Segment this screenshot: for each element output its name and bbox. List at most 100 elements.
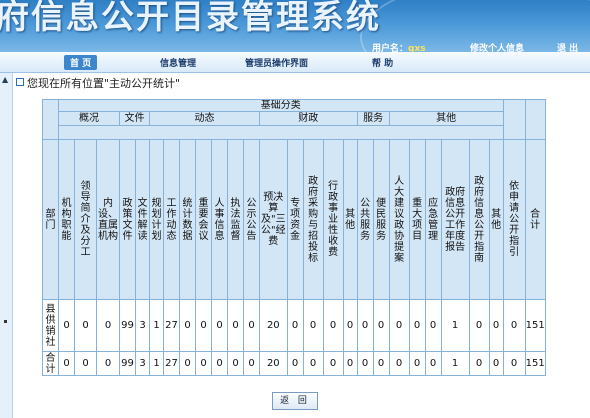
column-header-application: 依申请公开指引 xyxy=(502,139,526,300)
total-cell: 151 xyxy=(524,351,546,376)
table-cell: 99 xyxy=(119,351,136,376)
column-header: 便民服务 xyxy=(372,139,390,300)
column-header: 统计数据 xyxy=(179,139,196,300)
column-header: 公示公告 xyxy=(243,139,260,300)
table-cell: 0 xyxy=(424,299,442,352)
column-header: 规划计划 xyxy=(149,139,164,300)
table-cell: 20 xyxy=(259,351,288,376)
table-cell: 0 xyxy=(179,351,196,376)
table-cell: 20 xyxy=(259,299,288,352)
table-cell: 0 xyxy=(372,299,390,352)
table-cell: 3 xyxy=(135,299,150,352)
column-header: 专项资金 xyxy=(286,139,304,300)
main-nav: 首 页 信息管理 管理员操作界面 帮 助 xyxy=(0,52,590,73)
group-finance: 财政 xyxy=(259,111,358,126)
column-header: 公共服务 xyxy=(356,139,374,300)
dept-cell: 合计 xyxy=(42,351,59,376)
left-collapse-strip[interactable]: ▲ xyxy=(0,73,13,418)
table-cell: 0 xyxy=(302,299,324,352)
column-header: 文件解读 xyxy=(135,139,150,300)
column-header: 政府信息公开工作年度报告 xyxy=(440,139,470,300)
table-cell: 0 xyxy=(322,299,344,352)
table-cell: 0 xyxy=(243,351,260,376)
table-cell: 0 xyxy=(286,299,304,352)
group-dynamics: 动态 xyxy=(149,111,260,126)
breadcrumb-text: 您现在所有位置"主动公开统计" xyxy=(27,77,181,90)
table-cell: 1 xyxy=(149,351,164,376)
table-cell: 0 xyxy=(488,351,504,376)
group-documents: 文件 xyxy=(119,111,150,126)
group-overview: 概况 xyxy=(58,111,120,126)
logout-link[interactable]: 退 出 xyxy=(557,41,578,52)
table-cell: 0 xyxy=(408,299,426,352)
collapse-arrow-icon[interactable]: ▲ xyxy=(2,75,8,84)
group-others: 其他 xyxy=(388,111,504,126)
table-cell: 99 xyxy=(119,299,136,352)
breadcrumb: 您现在所有位置"主动公开统计" xyxy=(16,75,180,91)
column-header: 预决算及"三公"经费 xyxy=(259,139,288,300)
table-cell: 0 xyxy=(96,351,120,376)
user-label: 用户名： xyxy=(372,44,409,52)
column-header: 其他 xyxy=(488,139,504,300)
table-cell: 0 xyxy=(388,299,410,352)
user-info: 用户名：gxs xyxy=(372,41,426,52)
nav-home[interactable]: 首 页 xyxy=(64,55,98,70)
group-divider xyxy=(58,125,504,140)
nav-help[interactable]: 帮 助 xyxy=(372,56,393,69)
table-cell: 0 xyxy=(356,351,374,376)
column-header: 内设、直属机构 xyxy=(96,139,120,300)
nav-info-management[interactable]: 信息管理 xyxy=(160,56,196,69)
table-cell: 3 xyxy=(135,351,150,376)
table-cell: 1 xyxy=(440,351,470,376)
column-header: 应急管理 xyxy=(424,139,442,300)
table-cell: 0 xyxy=(243,299,260,352)
column-header: 执法监督 xyxy=(227,139,244,300)
stats-table: 基础分类 概况 文件 动态 财政 服务 其他 部门 机构职能 领导简介及分工 内设、… xyxy=(42,99,546,376)
total-cell: 151 xyxy=(524,299,546,352)
back-button[interactable]: 返 回 xyxy=(272,392,318,410)
table-cell: 0 xyxy=(58,299,75,352)
table-cell: 27 xyxy=(163,299,180,352)
column-header: 政府信息公开指南 xyxy=(468,139,490,300)
table-row: 合计 0 0 0 99 3 1 27 0 0 0 0 0 20 0 0 0 0 0 0 0 0 0 1 0 0 0 151 xyxy=(42,351,546,376)
category-header: 基础分类 xyxy=(58,99,504,112)
column-header-dept: 部门 xyxy=(42,139,59,300)
table-cell: 0 xyxy=(424,351,442,376)
nav-admin-panel[interactable]: 管理员操作界面 xyxy=(245,56,308,69)
table-cell: 0 xyxy=(468,299,490,352)
system-title: 府信息公开目录管理系统 xyxy=(0,0,381,36)
header-spacer xyxy=(42,99,59,140)
table-row: 县供销社 0 0 0 99 3 1 27 0 0 0 0 0 20 0 0 0 0 0 0 0 0 0 1 0 0 0 151 xyxy=(42,299,546,352)
table-cell: 0 xyxy=(58,351,75,376)
column-header: 政策文件 xyxy=(119,139,136,300)
table-cell: 0 xyxy=(227,351,244,376)
table-cell: 0 xyxy=(227,299,244,352)
table-cell: 0 xyxy=(74,351,97,376)
column-header: 机构职能 xyxy=(58,139,75,300)
column-header: 人事信息 xyxy=(211,139,228,300)
edit-profile-link[interactable]: 修改个人信息 xyxy=(470,41,524,52)
table-cell: 0 xyxy=(211,299,228,352)
table-cell: 0 xyxy=(286,351,304,376)
column-header: 其他 xyxy=(342,139,358,300)
table-cell: 1 xyxy=(149,299,164,352)
table-cell: 0 xyxy=(179,299,196,352)
table-cell: 27 xyxy=(163,351,180,376)
table-cell: 0 xyxy=(195,299,212,352)
column-header: 重大项目 xyxy=(408,139,426,300)
application-cell: 0 xyxy=(502,299,526,352)
table-cell: 0 xyxy=(96,299,120,352)
column-header: 人大建议政协提案 xyxy=(388,139,410,300)
column-header: 领导简介及分工 xyxy=(74,139,97,300)
column-header-total: 合计 xyxy=(524,139,546,300)
table-cell: 0 xyxy=(342,299,358,352)
table-cell: 0 xyxy=(211,351,228,376)
strip-marker-icon xyxy=(4,320,7,323)
location-icon xyxy=(16,78,24,86)
header-spacer xyxy=(524,99,546,140)
table-cell: 0 xyxy=(408,351,426,376)
table-cell: 1 xyxy=(440,299,470,352)
header-banner: 府信息公开目录管理系统 用户名：gxs 修改个人信息 退 出 xyxy=(0,0,590,52)
column-header: 政府采购与招投标 xyxy=(302,139,324,300)
header-spacer xyxy=(502,99,526,140)
